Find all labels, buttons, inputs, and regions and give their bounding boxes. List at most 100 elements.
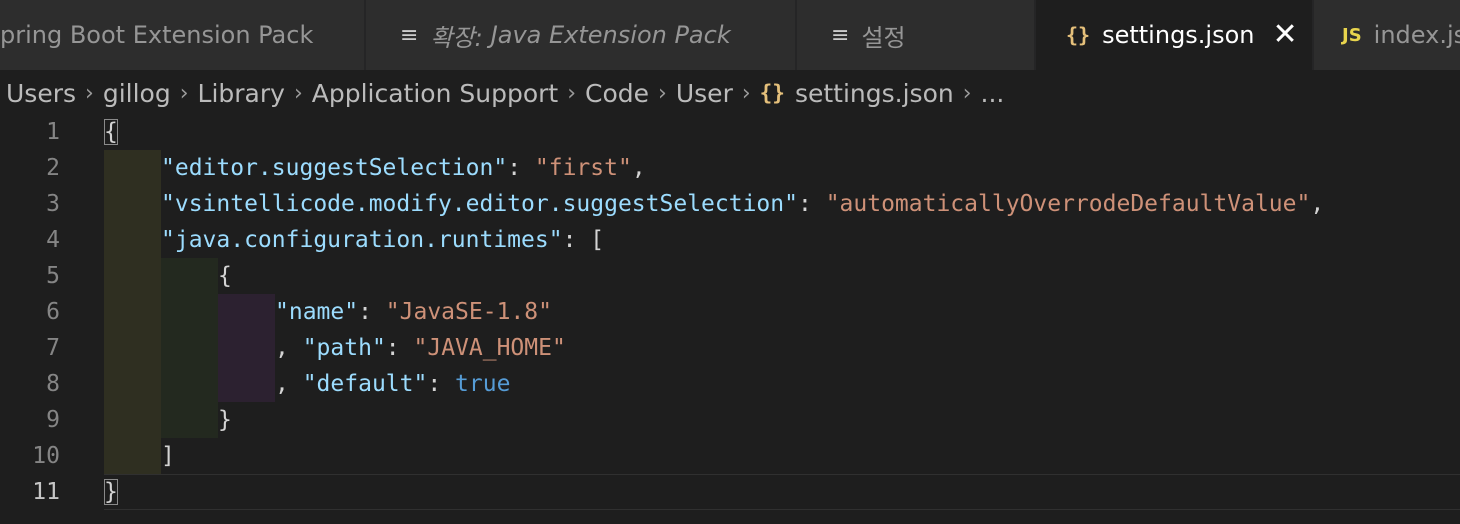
breadcrumb-item-gillog[interactable]: gillog bbox=[103, 79, 171, 108]
indent-guide bbox=[218, 366, 275, 402]
tab-settings-ui[interactable]: ≡ 설정 bbox=[797, 0, 1035, 70]
line-number: 7 bbox=[46, 335, 60, 361]
json-punctuation: : bbox=[797, 191, 826, 217]
indent-guide bbox=[104, 330, 161, 366]
chevron-right-icon: › bbox=[85, 80, 94, 106]
indent-guide bbox=[104, 366, 161, 402]
code-content[interactable]: { "editor.suggestSelection": "first", "v… bbox=[104, 114, 1460, 510]
chevron-right-icon: › bbox=[741, 80, 751, 106]
line-number: 10 bbox=[32, 443, 60, 469]
breadcrumb-item-application-support[interactable]: Application Support bbox=[312, 79, 558, 108]
indent-guide bbox=[218, 330, 275, 366]
json-key: "java.configuration.runtimes" bbox=[161, 227, 563, 253]
code-line[interactable]: { bbox=[104, 114, 1460, 150]
json-punctuation: , bbox=[631, 155, 646, 181]
indent-guide bbox=[161, 330, 218, 366]
chevron-right-icon: › bbox=[658, 80, 667, 106]
tab-index-js[interactable]: JS index.js bbox=[1314, 0, 1460, 70]
lines-icon: ≡ bbox=[831, 22, 850, 48]
indent-guide bbox=[161, 258, 218, 294]
json-punctuation: } bbox=[218, 407, 232, 433]
code-line[interactable]: "vsintellicode.modify.editor.suggestSele… bbox=[104, 186, 1460, 222]
code-line[interactable]: ] bbox=[104, 438, 1460, 474]
code-line-current[interactable]: } bbox=[104, 474, 1460, 510]
line-number: 6 bbox=[46, 299, 60, 325]
indent-guide bbox=[218, 294, 275, 330]
json-boolean: true bbox=[455, 371, 511, 397]
breadcrumb: Users › gillog › Library › Application S… bbox=[0, 70, 1460, 116]
line-number: 5 bbox=[46, 263, 60, 289]
indent-guide bbox=[104, 402, 161, 438]
code-line[interactable]: } bbox=[104, 402, 1460, 438]
json-punctuation: , bbox=[275, 371, 303, 397]
json-punctuation: : bbox=[427, 371, 456, 397]
breadcrumb-item-users[interactable]: Users bbox=[6, 79, 76, 108]
code-line[interactable]: "java.configuration.runtimes": [ bbox=[104, 222, 1460, 258]
indent-guide bbox=[161, 366, 218, 402]
json-key: "vsintellicode.modify.editor.suggestSele… bbox=[161, 191, 798, 217]
json-string: "JavaSE-1.8" bbox=[385, 299, 552, 325]
tab-settings-json[interactable]: {} settings.json ✕ bbox=[1036, 0, 1313, 70]
line-number: 4 bbox=[46, 227, 60, 253]
indent-guide bbox=[161, 294, 218, 330]
breadcrumb-item-more[interactable]: ... bbox=[981, 79, 1005, 108]
tab-java-extension-pack[interactable]: ≡ 확장: Java Extension Pack bbox=[366, 0, 796, 70]
json-punctuation: : bbox=[358, 299, 386, 325]
tab-prefix: 확장: bbox=[430, 23, 483, 52]
tab-label: 설정 bbox=[861, 23, 906, 52]
bracket-match: } bbox=[104, 479, 118, 505]
breadcrumb-item-library[interactable]: Library bbox=[198, 79, 285, 108]
breadcrumb-item-settings-json[interactable]: settings.json bbox=[795, 79, 954, 108]
breadcrumb-item-code[interactable]: Code bbox=[585, 79, 649, 108]
tab-bar: pring Boot Extension Pack ≡ 확장: Java Ext… bbox=[0, 0, 1460, 70]
indent-guide bbox=[161, 402, 218, 438]
code-line[interactable]: "editor.suggestSelection": "first", bbox=[104, 150, 1460, 186]
json-key: "path" bbox=[302, 335, 386, 361]
json-punctuation: { bbox=[218, 263, 232, 289]
indent-guide bbox=[104, 258, 161, 294]
json-key: "name" bbox=[275, 299, 359, 325]
line-number: 9 bbox=[46, 407, 60, 433]
tab-label: Java Extension Pack bbox=[490, 21, 731, 49]
chevron-right-icon: › bbox=[179, 80, 189, 106]
code-line[interactable]: "name": "JavaSE-1.8" bbox=[104, 294, 1460, 330]
line-number: 1 bbox=[46, 119, 60, 145]
close-icon[interactable]: ✕ bbox=[1273, 20, 1298, 50]
chevron-right-icon: › bbox=[293, 80, 303, 106]
lines-icon: ≡ bbox=[400, 22, 419, 48]
bracket-match: { bbox=[104, 119, 118, 145]
tab-label: index.js bbox=[1373, 21, 1460, 49]
indent-guide bbox=[104, 186, 161, 222]
line-number: 2 bbox=[46, 155, 60, 181]
chevron-right-icon: › bbox=[567, 80, 577, 106]
code-line[interactable]: , "default": true bbox=[104, 366, 1460, 402]
json-punctuation: : [ bbox=[562, 227, 605, 253]
indent-guide bbox=[104, 438, 161, 474]
json-punctuation: : bbox=[385, 335, 414, 361]
tab-label: pring Boot Extension Pack bbox=[0, 21, 314, 49]
json-string: "JAVA_HOME" bbox=[413, 335, 566, 361]
line-number-gutter: 1 2 3 4 5 6 7 8 9 10 11 bbox=[0, 114, 60, 510]
json-punctuation: ] bbox=[161, 443, 175, 469]
json-string: "first" bbox=[534, 155, 632, 181]
json-punctuation: , bbox=[275, 335, 303, 361]
indent-guide bbox=[104, 222, 161, 258]
indent-guide bbox=[104, 150, 161, 186]
json-punctuation: , bbox=[1310, 191, 1325, 217]
code-line[interactable]: { bbox=[104, 258, 1460, 294]
breadcrumb-item-user[interactable]: User bbox=[676, 79, 733, 108]
json-string: "automaticallyOverrodeDefaultValue" bbox=[825, 191, 1311, 217]
tab-spring-boot-extension-pack[interactable]: pring Boot Extension Pack bbox=[0, 0, 365, 70]
braces-icon: {} bbox=[1066, 23, 1091, 47]
line-number: 8 bbox=[46, 371, 60, 397]
indent-guide bbox=[104, 294, 161, 330]
code-editor[interactable]: 1 2 3 4 5 6 7 8 9 10 11 { "editor.sugges… bbox=[0, 114, 1460, 524]
braces-icon: {} bbox=[759, 81, 785, 105]
json-punctuation: : bbox=[507, 155, 535, 181]
code-line[interactable]: , "path": "JAVA_HOME" bbox=[104, 330, 1460, 366]
json-key: "editor.suggestSelection" bbox=[161, 155, 508, 181]
js-icon: JS bbox=[1342, 24, 1362, 46]
json-key: "default" bbox=[302, 371, 428, 397]
line-number-current: 11 bbox=[32, 479, 60, 505]
chevron-right-icon: › bbox=[962, 80, 972, 106]
